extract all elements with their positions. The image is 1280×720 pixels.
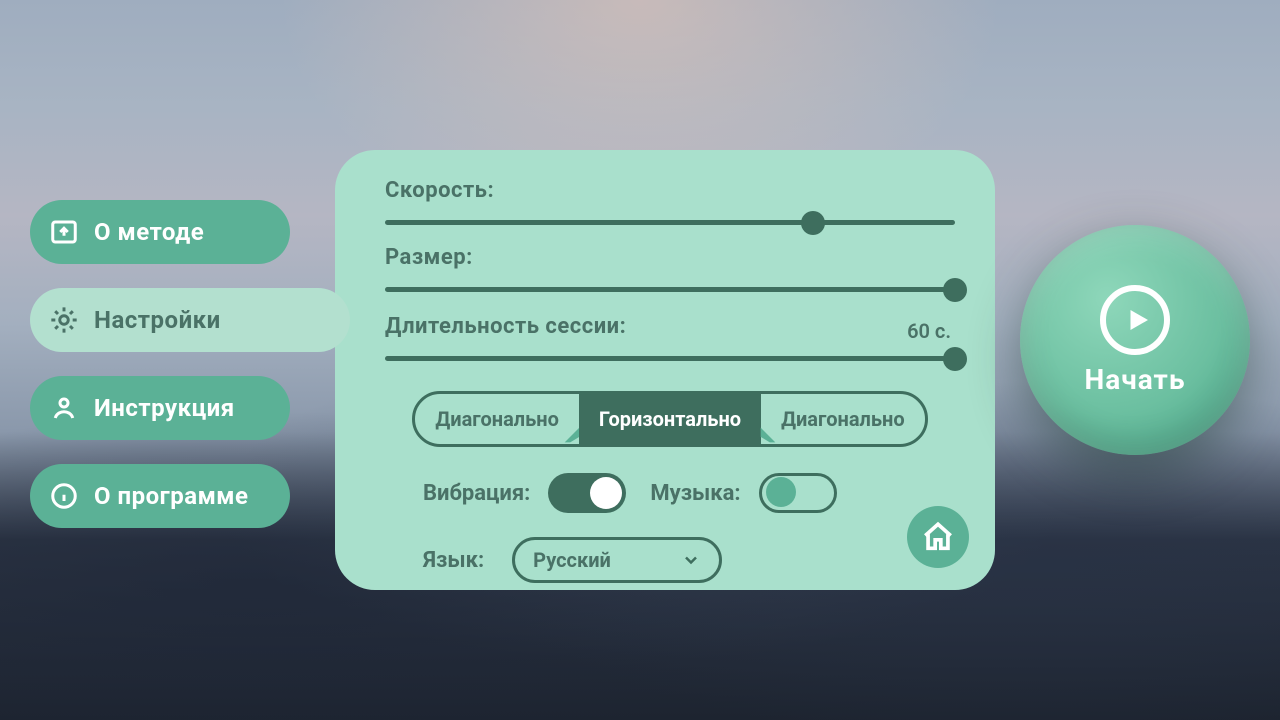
vibration-label: Вибрация: bbox=[423, 481, 530, 506]
direction-label: Горизонтально bbox=[599, 407, 741, 431]
slider-track bbox=[385, 220, 955, 225]
person-icon bbox=[48, 392, 80, 424]
language-select[interactable]: Русский bbox=[512, 537, 722, 583]
direction-option-diag-right[interactable]: Диагонально bbox=[761, 394, 925, 444]
home-button[interactable] bbox=[907, 506, 969, 568]
menu-item-about-program[interactable]: О программе bbox=[30, 464, 290, 528]
speed-row: Скорость: bbox=[385, 178, 955, 237]
menu-label: О программе bbox=[94, 482, 248, 510]
toggles-row: Вибрация: Музыка: bbox=[385, 473, 955, 513]
language-value: Русский bbox=[533, 548, 611, 572]
upload-icon bbox=[48, 216, 80, 248]
info-icon bbox=[48, 480, 80, 512]
size-row: Размер: bbox=[385, 245, 955, 304]
size-label: Размер: bbox=[385, 245, 955, 270]
duration-label: Длительность сессии: bbox=[385, 314, 955, 339]
duration-slider[interactable]: 60 с. bbox=[385, 343, 955, 373]
direction-control[interactable]: Диагонально Горизонтально Диагонально bbox=[412, 391, 927, 447]
language-label: Язык: bbox=[423, 548, 484, 573]
music-toggle[interactable] bbox=[759, 473, 837, 513]
direction-label: Диагонально bbox=[781, 407, 905, 431]
menu-label: Инструкция bbox=[94, 394, 235, 422]
chevron-down-icon bbox=[681, 550, 701, 570]
language-row: Язык: Русский bbox=[385, 537, 955, 583]
slider-track bbox=[385, 356, 955, 361]
speed-slider-thumb[interactable] bbox=[801, 211, 825, 235]
duration-row: Длительность сессии: 60 с. bbox=[385, 314, 955, 373]
play-icon bbox=[1100, 285, 1170, 355]
start-label: Начать bbox=[1085, 363, 1186, 396]
vibration-toggle[interactable] bbox=[548, 473, 626, 513]
direction-label: Диагонально bbox=[435, 407, 559, 431]
settings-panel: Скорость: Размер: Длительность сессии: 6… bbox=[335, 150, 995, 590]
direction-option-diag-left[interactable]: Диагонально bbox=[415, 394, 579, 444]
size-slider-thumb[interactable] bbox=[943, 278, 967, 302]
menu-label: О методе bbox=[94, 218, 204, 246]
slider-track bbox=[385, 287, 955, 292]
speed-label: Скорость: bbox=[385, 178, 955, 203]
menu-item-instructions[interactable]: Инструкция bbox=[30, 376, 290, 440]
size-slider[interactable] bbox=[385, 274, 955, 304]
direction-option-horizontal[interactable]: Горизонтально bbox=[579, 394, 761, 444]
toggle-knob bbox=[590, 477, 622, 509]
music-label: Музыка: bbox=[650, 481, 740, 506]
start-button[interactable]: Начать bbox=[1020, 225, 1250, 455]
toggle-knob bbox=[766, 477, 796, 507]
home-icon bbox=[921, 520, 955, 554]
gear-icon bbox=[48, 304, 80, 336]
menu-item-about-method[interactable]: О методе bbox=[30, 200, 290, 264]
direction-segmented: Диагонально Горизонтально Диагонально bbox=[385, 391, 955, 447]
diag-arrow-icon bbox=[757, 424, 779, 446]
sidebar-menu: О методе Настройки Инструкция О программ… bbox=[30, 200, 350, 528]
duration-slider-thumb[interactable] bbox=[943, 347, 967, 371]
speed-slider[interactable] bbox=[385, 207, 955, 237]
menu-label: Настройки bbox=[94, 306, 221, 334]
menu-item-settings[interactable]: Настройки bbox=[30, 288, 350, 352]
duration-value: 60 с. bbox=[907, 319, 951, 343]
